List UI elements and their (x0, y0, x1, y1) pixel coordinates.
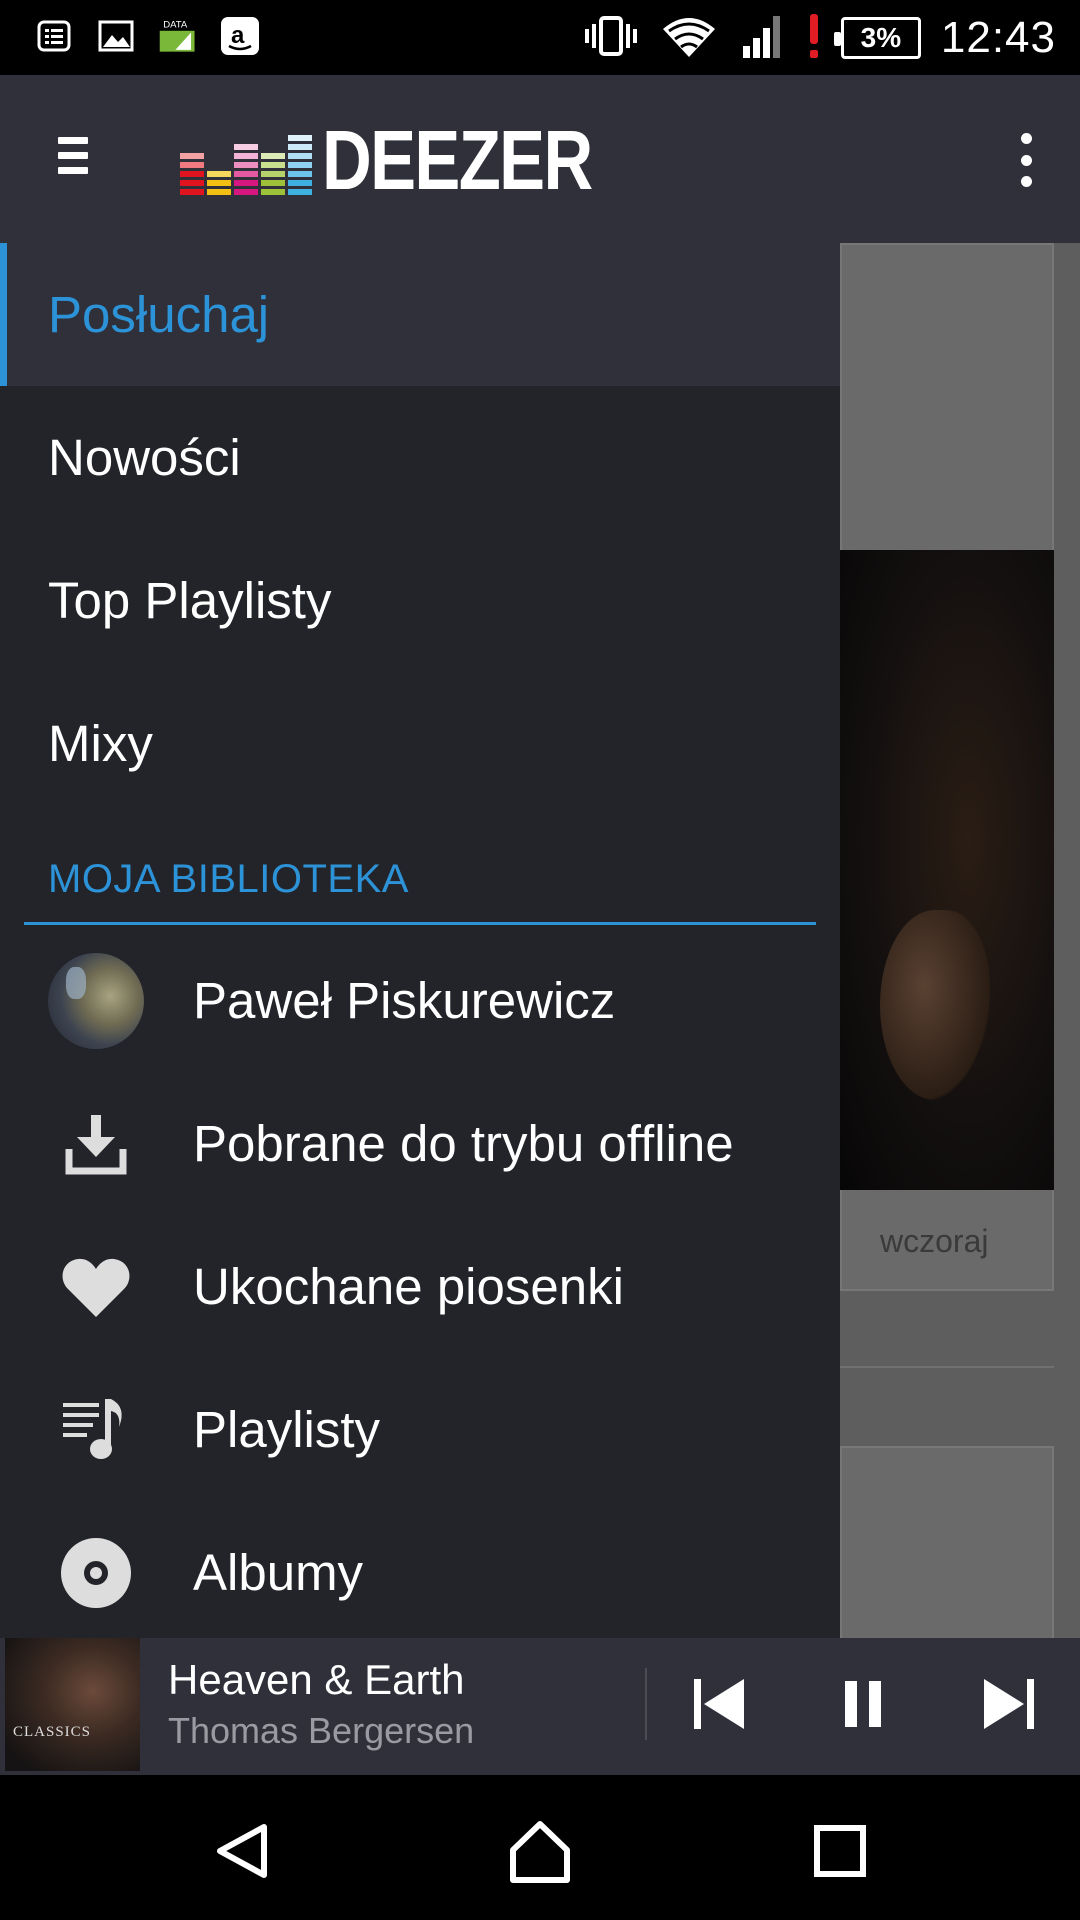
back-icon[interactable] (202, 1811, 282, 1891)
logo-text: DEEZER (322, 113, 593, 207)
track-title: Heaven & Earth (168, 1656, 465, 1703)
library-item-albums[interactable]: Albumy (0, 1501, 840, 1644)
more-options-icon[interactable] (1014, 133, 1038, 187)
album-icon (48, 1525, 144, 1621)
heart-icon (48, 1239, 144, 1335)
library-item-playlists[interactable]: Playlisty (0, 1358, 840, 1501)
deezer-logo: DEEZER (180, 113, 651, 207)
wifi-icon (659, 11, 719, 66)
previous-track-icon[interactable] (684, 1668, 756, 1740)
nav-item-posluchaj[interactable]: Posłuchaj (0, 243, 840, 386)
svg-text:a: a (231, 22, 245, 49)
nav-item-nowosci[interactable]: Nowości (0, 386, 840, 529)
library-item-favourites[interactable]: Ukochane piosenki (0, 1215, 840, 1358)
status-clock: 12:43 (940, 13, 1056, 62)
amazon-icon: a (220, 16, 260, 56)
gallery-notification-icon (96, 16, 136, 56)
background-card[interactable] (840, 1446, 1054, 1646)
next-track-icon[interactable] (972, 1668, 1044, 1740)
recent-apps-icon[interactable] (800, 1811, 880, 1891)
avatar (48, 952, 144, 1049)
section-divider (24, 922, 816, 925)
navigation-drawer: Posłuchaj Nowości Top Playlisty Mixy MOJ… (0, 243, 840, 1638)
menu-icon[interactable] (58, 137, 92, 181)
section-title-library: MOJA BIBLIOTEKA (48, 857, 409, 901)
data-card-icon: DATA (158, 16, 198, 56)
background-album-art (840, 550, 1054, 1190)
playlist-icon (48, 1382, 144, 1478)
album-cover[interactable]: CLASSICS (5, 1638, 140, 1771)
track-artist: Thomas Bergersen (168, 1710, 475, 1751)
background-card-date: wczoraj (880, 1223, 989, 1259)
library-item-downloads[interactable]: Pobrane do trybu offline (0, 1072, 840, 1215)
home-icon[interactable] (500, 1811, 580, 1891)
battery-indicator: 3% (833, 17, 921, 59)
pause-icon[interactable] (827, 1668, 899, 1740)
nav-item-mixy[interactable]: Mixy (0, 672, 840, 815)
status-bar: DATA a 3% 12:43 (0, 0, 1080, 75)
divider (645, 1668, 647, 1740)
nav-item-top-playlisty[interactable]: Top Playlisty (0, 529, 840, 672)
vibrate-icon (583, 14, 639, 63)
library-item-profile[interactable]: Paweł Piskurewicz (0, 929, 840, 1072)
cell-signal-icon (739, 12, 787, 65)
download-icon (48, 1096, 144, 1192)
equalizer-logo-icon (180, 125, 312, 195)
mini-player[interactable]: CLASSICS Heaven & Earth Thomas Bergersen (0, 1638, 1080, 1775)
app-bar: DEEZER (0, 75, 1080, 243)
svg-text:DATA: DATA (163, 19, 188, 30)
battery-alert-icon (807, 12, 821, 65)
system-navigation-bar (0, 1775, 1080, 1920)
divider (840, 1366, 1054, 1368)
notes-notification-icon (34, 16, 74, 56)
